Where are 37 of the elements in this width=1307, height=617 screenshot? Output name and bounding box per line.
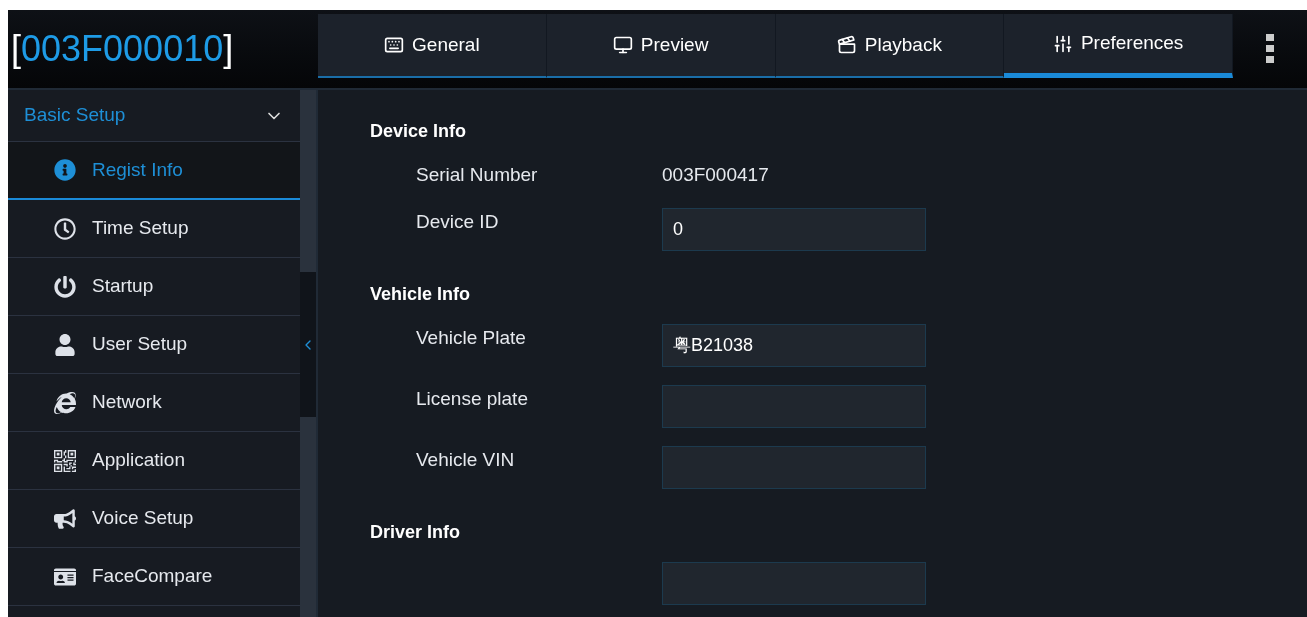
input-field[interactable]: 0 — [662, 207, 926, 251]
section-title: Device Info — [370, 120, 468, 143]
input-field[interactable] — [662, 561, 926, 605]
clapperboard-icon — [836, 35, 857, 55]
power-icon — [54, 275, 76, 298]
tab[interactable]: Preferences — [1004, 14, 1233, 78]
qr-code-icon — [54, 449, 76, 472]
clock-icon — [54, 217, 76, 240]
more-menu-icon[interactable] — [1266, 34, 1274, 64]
sliders-icon — [1052, 33, 1073, 54]
info-icon — [54, 159, 76, 181]
monitor-icon — [612, 35, 633, 55]
sidebar-item[interactable]: Regist Info — [8, 142, 300, 200]
tab[interactable]: Preview — [546, 14, 776, 78]
serial-value: 003F000417 — [662, 163, 769, 187]
section-title: Vehicle Info — [370, 282, 472, 306]
sidebar-item[interactable]: User Setup — [8, 316, 300, 374]
sidebar-item[interactable]: Network — [8, 374, 300, 432]
globe-e-icon — [54, 391, 76, 414]
megaphone-icon — [54, 507, 76, 530]
section-title: Driver Info — [370, 520, 462, 544]
collapse-handle[interactable] — [300, 272, 316, 417]
input-field[interactable] — [662, 445, 926, 489]
tab[interactable]: Playback — [775, 14, 1005, 78]
sidebar-item[interactable]: FaceCompare — [8, 548, 300, 606]
field-label: Serial Number — [416, 164, 538, 185]
id-card-icon — [54, 565, 76, 588]
device-title: [003F000010] — [10, 31, 235, 67]
input-field[interactable] — [662, 384, 926, 428]
user-icon — [54, 333, 76, 356]
field-label: Vehicle VIN — [416, 448, 515, 470]
keyboard-icon — [384, 35, 405, 55]
tab[interactable]: General — [318, 14, 547, 78]
field-label: License plate — [416, 387, 528, 409]
field-label: Vehicle Plate — [416, 326, 526, 348]
field-label: Device ID — [416, 210, 499, 232]
input-field[interactable]: 粤B21038 — [662, 323, 926, 367]
